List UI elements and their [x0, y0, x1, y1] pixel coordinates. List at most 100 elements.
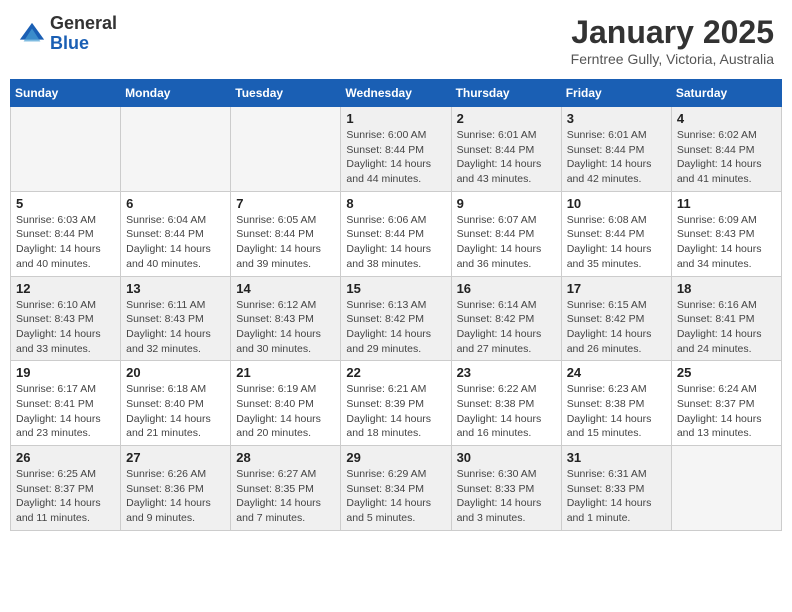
day-info: Sunrise: 6:17 AMSunset: 8:41 PMDaylight:… — [16, 382, 115, 441]
day-number: 22 — [346, 365, 445, 380]
calendar-cell: 8 Sunrise: 6:06 AMSunset: 8:44 PMDaylight… — [341, 191, 451, 276]
logo-blue: Blue — [50, 34, 117, 54]
day-number: 21 — [236, 365, 335, 380]
calendar-week-row: 1 Sunrise: 6:00 AMSunset: 8:44 PMDaylight… — [11, 107, 782, 192]
calendar-body: 1 Sunrise: 6:00 AMSunset: 8:44 PMDaylight… — [11, 107, 782, 531]
day-number: 29 — [346, 450, 445, 465]
weekday-header: Saturday — [671, 80, 781, 107]
calendar-cell: 18 Sunrise: 6:16 AMSunset: 8:41 PMDayligh… — [671, 276, 781, 361]
day-number: 8 — [346, 196, 445, 211]
weekday-header: Thursday — [451, 80, 561, 107]
calendar-cell: 13 Sunrise: 6:11 AMSunset: 8:43 PMDayligh… — [121, 276, 231, 361]
logo-general: General — [50, 14, 117, 34]
day-info: Sunrise: 6:25 AMSunset: 8:37 PMDaylight:… — [16, 467, 115, 526]
month-title: January 2025 — [571, 14, 774, 51]
calendar-cell: 24 Sunrise: 6:23 AMSunset: 8:38 PMDayligh… — [561, 361, 671, 446]
weekday-header-row: SundayMondayTuesdayWednesdayThursdayFrid… — [11, 80, 782, 107]
day-number: 24 — [567, 365, 666, 380]
calendar-cell: 19 Sunrise: 6:17 AMSunset: 8:41 PMDayligh… — [11, 361, 121, 446]
calendar-cell — [671, 446, 781, 531]
location: Ferntree Gully, Victoria, Australia — [571, 51, 774, 67]
calendar-cell: 23 Sunrise: 6:22 AMSunset: 8:38 PMDayligh… — [451, 361, 561, 446]
day-number: 6 — [126, 196, 225, 211]
day-info: Sunrise: 6:16 AMSunset: 8:41 PMDaylight:… — [677, 298, 776, 357]
day-info: Sunrise: 6:03 AMSunset: 8:44 PMDaylight:… — [16, 213, 115, 272]
calendar-cell: 20Sunrise: 6:18 AMSunset: 8:40 PMDayligh… — [121, 361, 231, 446]
calendar-header: SundayMondayTuesdayWednesdayThursdayFrid… — [11, 80, 782, 107]
day-info: Sunrise: 6:01 AMSunset: 8:44 PMDaylight:… — [457, 128, 556, 187]
weekday-header: Tuesday — [231, 80, 341, 107]
day-info: Sunrise: 6:05 AMSunset: 8:44 PMDaylight:… — [236, 213, 335, 272]
day-info: Sunrise: 6:29 AMSunset: 8:34 PMDaylight:… — [346, 467, 445, 526]
calendar-cell: 7Sunrise: 6:05 AMSunset: 8:44 PMDaylight… — [231, 191, 341, 276]
calendar-cell: 27 Sunrise: 6:26 AMSunset: 8:36 PMDayligh… — [121, 446, 231, 531]
calendar-table: SundayMondayTuesdayWednesdayThursdayFrid… — [10, 79, 782, 531]
calendar-cell: 3 Sunrise: 6:01 AMSunset: 8:44 PMDaylight… — [561, 107, 671, 192]
calendar-cell: 4Sunrise: 6:02 AMSunset: 8:44 PMDaylight… — [671, 107, 781, 192]
day-info: Sunrise: 6:24 AMSunset: 8:37 PMDaylight:… — [677, 382, 776, 441]
day-number: 4 — [677, 111, 776, 126]
calendar-cell: 1 Sunrise: 6:00 AMSunset: 8:44 PMDaylight… — [341, 107, 451, 192]
day-number: 20 — [126, 365, 225, 380]
calendar-week-row: 19 Sunrise: 6:17 AMSunset: 8:41 PMDayligh… — [11, 361, 782, 446]
calendar-cell: 28Sunrise: 6:27 AMSunset: 8:35 PMDayligh… — [231, 446, 341, 531]
calendar-cell: 22 Sunrise: 6:21 AMSunset: 8:39 PMDayligh… — [341, 361, 451, 446]
day-info: Sunrise: 6:21 AMSunset: 8:39 PMDaylight:… — [346, 382, 445, 441]
day-number: 19 — [16, 365, 115, 380]
day-info: Sunrise: 6:23 AMSunset: 8:38 PMDaylight:… — [567, 382, 666, 441]
calendar-cell: 5 Sunrise: 6:03 AMSunset: 8:44 PMDaylight… — [11, 191, 121, 276]
day-info: Sunrise: 6:30 AMSunset: 8:33 PMDaylight:… — [457, 467, 556, 526]
logo-text: General Blue — [50, 14, 117, 54]
day-number: 11 — [677, 196, 776, 211]
day-number: 27 — [126, 450, 225, 465]
calendar-week-row: 26 Sunrise: 6:25 AMSunset: 8:37 PMDayligh… — [11, 446, 782, 531]
calendar-cell: 16 Sunrise: 6:14 AMSunset: 8:42 PMDayligh… — [451, 276, 561, 361]
day-number: 13 — [126, 281, 225, 296]
calendar-cell: 6Sunrise: 6:04 AMSunset: 8:44 PMDaylight… — [121, 191, 231, 276]
day-info: Sunrise: 6:13 AMSunset: 8:42 PMDaylight:… — [346, 298, 445, 357]
day-info: Sunrise: 6:26 AMSunset: 8:36 PMDaylight:… — [126, 467, 225, 526]
day-info: Sunrise: 6:06 AMSunset: 8:44 PMDaylight:… — [346, 213, 445, 272]
day-number: 26 — [16, 450, 115, 465]
day-number: 2 — [457, 111, 556, 126]
calendar-cell: 14Sunrise: 6:12 AMSunset: 8:43 PMDayligh… — [231, 276, 341, 361]
day-info: Sunrise: 6:11 AMSunset: 8:43 PMDaylight:… — [126, 298, 225, 357]
calendar-cell: 10 Sunrise: 6:08 AMSunset: 8:44 PMDayligh… — [561, 191, 671, 276]
day-number: 15 — [346, 281, 445, 296]
day-number: 23 — [457, 365, 556, 380]
day-number: 1 — [346, 111, 445, 126]
day-number: 3 — [567, 111, 666, 126]
day-number: 17 — [567, 281, 666, 296]
day-number: 25 — [677, 365, 776, 380]
calendar-cell: 29 Sunrise: 6:29 AMSunset: 8:34 PMDayligh… — [341, 446, 451, 531]
day-number: 5 — [16, 196, 115, 211]
day-number: 10 — [567, 196, 666, 211]
day-info: Sunrise: 6:00 AMSunset: 8:44 PMDaylight:… — [346, 128, 445, 187]
day-info: Sunrise: 6:31 AMSunset: 8:33 PMDaylight:… — [567, 467, 666, 526]
calendar-cell — [231, 107, 341, 192]
logo-icon — [18, 21, 46, 49]
weekday-header: Monday — [121, 80, 231, 107]
day-info: Sunrise: 6:08 AMSunset: 8:44 PMDaylight:… — [567, 213, 666, 272]
calendar-cell: 12Sunrise: 6:10 AMSunset: 8:43 PMDayligh… — [11, 276, 121, 361]
calendar-cell: 9Sunrise: 6:07 AMSunset: 8:44 PMDaylight… — [451, 191, 561, 276]
weekday-header: Wednesday — [341, 80, 451, 107]
calendar-cell: 21 Sunrise: 6:19 AMSunset: 8:40 PMDayligh… — [231, 361, 341, 446]
day-number: 18 — [677, 281, 776, 296]
calendar-cell — [121, 107, 231, 192]
day-info: Sunrise: 6:14 AMSunset: 8:42 PMDaylight:… — [457, 298, 556, 357]
day-number: 31 — [567, 450, 666, 465]
day-number: 16 — [457, 281, 556, 296]
calendar-week-row: 12Sunrise: 6:10 AMSunset: 8:43 PMDayligh… — [11, 276, 782, 361]
day-info: Sunrise: 6:07 AMSunset: 8:44 PMDaylight:… — [457, 213, 556, 272]
calendar-cell: 2 Sunrise: 6:01 AMSunset: 8:44 PMDaylight… — [451, 107, 561, 192]
title-section: January 2025 Ferntree Gully, Victoria, A… — [571, 14, 774, 67]
day-info: Sunrise: 6:22 AMSunset: 8:38 PMDaylight:… — [457, 382, 556, 441]
calendar-cell: 17Sunrise: 6:15 AMSunset: 8:42 PMDayligh… — [561, 276, 671, 361]
day-info: Sunrise: 6:09 AMSunset: 8:43 PMDaylight:… — [677, 213, 776, 272]
day-number: 14 — [236, 281, 335, 296]
day-info: Sunrise: 6:19 AMSunset: 8:40 PMDaylight:… — [236, 382, 335, 441]
day-info: Sunrise: 6:01 AMSunset: 8:44 PMDaylight:… — [567, 128, 666, 187]
calendar-cell: 15 Sunrise: 6:13 AMSunset: 8:42 PMDayligh… — [341, 276, 451, 361]
logo: General Blue — [18, 14, 117, 54]
